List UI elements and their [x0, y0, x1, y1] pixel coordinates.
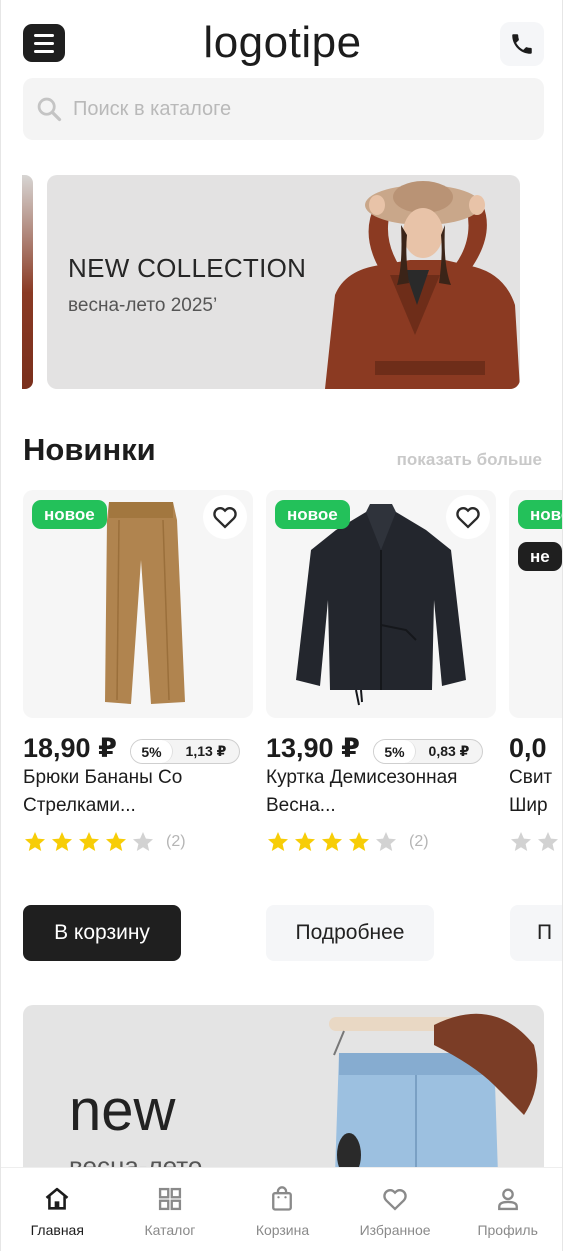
show-more-link[interactable]: показать больше [397, 450, 542, 470]
product-price: 18,90 ₽ [23, 733, 117, 763]
installment-amount: 1,13 ₽ [185, 743, 227, 759]
nav-label: Профиль [477, 1222, 538, 1238]
add-to-cart-button[interactable]: В корзину [23, 905, 181, 961]
nav-item-profile[interactable]: Профиль [451, 1168, 562, 1251]
star-empty-icon [538, 832, 558, 851]
review-count: (2) [166, 833, 186, 850]
star-filled-icon [322, 832, 342, 851]
heart-icon [383, 1189, 407, 1211]
bag-icon [272, 1186, 293, 1211]
new-badge: новое [32, 500, 107, 529]
nav-item-favorites[interactable]: Избранное [339, 1168, 452, 1251]
star-empty-icon [511, 832, 531, 851]
search-icon [37, 97, 62, 122]
home-icon [45, 1187, 69, 1210]
phone-button[interactable] [500, 22, 544, 66]
star-filled-icon [268, 832, 288, 851]
nav-item-home[interactable]: Главная [1, 1168, 114, 1251]
bottom-navigation: Главная Каталог Корзина Избранное Профил… [1, 1167, 562, 1251]
hero-banner[interactable]: NEW COLLECTION весна-лето 2025’ [47, 175, 520, 389]
product-price: 13,90 ₽ [266, 733, 360, 763]
banner-subtitle: весна-лето 2025’ [68, 295, 218, 316]
nav-label: Каталог [144, 1222, 196, 1238]
logo[interactable]: logotipe [1, 18, 562, 68]
nav-label: Главная [30, 1222, 84, 1238]
user-icon [497, 1188, 518, 1211]
nav-item-catalog[interactable]: Каталог [114, 1168, 227, 1251]
header: logotipe [1, 18, 562, 68]
installment-amount: 0,83 ₽ [428, 743, 470, 759]
search-bar [23, 78, 544, 140]
details-button[interactable]: П [510, 905, 562, 961]
product-rating: (2) [266, 830, 429, 854]
product-card[interactable]: новое не 0,0 Свит Шир [509, 490, 562, 870]
product-rating [509, 830, 560, 854]
search-input[interactable] [73, 97, 513, 121]
details-button[interactable]: Подробнее [266, 905, 434, 961]
promo-title: new [69, 1078, 176, 1143]
installment-percent: 5% [131, 740, 173, 763]
star-empty-icon [133, 832, 153, 851]
product-price: 0,0 [509, 733, 547, 763]
page: logotipe NEW COLLECTION весна-лето 2025’ [0, 0, 563, 1251]
product-image[interactable]: новое [23, 490, 253, 718]
product-rating: (2) [23, 830, 186, 854]
star-filled-icon [79, 832, 99, 851]
heart-icon [213, 507, 237, 529]
star-filled-icon [25, 832, 45, 851]
review-count: (2) [409, 833, 429, 850]
product-name[interactable]: Свит Шир [509, 764, 562, 820]
product-name[interactable]: Куртка Демисезонная Весна... [266, 764, 496, 820]
grid-icon [158, 1187, 181, 1211]
section-title: Новинки [23, 432, 156, 467]
favorite-button[interactable] [203, 495, 247, 539]
product-name[interactable]: Брюки Бананы Со Стрелками... [23, 764, 253, 820]
star-empty-icon [376, 832, 396, 851]
product-image[interactable]: новое не [509, 490, 562, 718]
star-filled-icon [106, 832, 126, 851]
banner-model-image [325, 181, 520, 389]
nav-label: Корзина [255, 1222, 310, 1238]
favorite-button[interactable] [446, 495, 490, 539]
banner-slide-previous[interactable] [22, 175, 33, 389]
new-badge: новое [518, 500, 562, 529]
star-filled-icon [349, 832, 369, 851]
phone-icon [512, 34, 532, 54]
installment-percent: 5% [374, 740, 416, 763]
heart-icon [456, 507, 480, 529]
banner-title: NEW COLLECTION [68, 253, 307, 283]
new-badge: новое [275, 500, 350, 529]
star-filled-icon [52, 832, 72, 851]
installment-badge: 5% 1,13 ₽ [130, 739, 240, 764]
installment-badge: 5% 0,83 ₽ [373, 739, 483, 764]
nav-label: Избранное [359, 1222, 431, 1238]
nav-item-cart[interactable]: Корзина [226, 1168, 339, 1251]
star-filled-icon [295, 832, 315, 851]
product-image[interactable]: новое [266, 490, 496, 718]
secondary-badge: не [518, 542, 562, 571]
